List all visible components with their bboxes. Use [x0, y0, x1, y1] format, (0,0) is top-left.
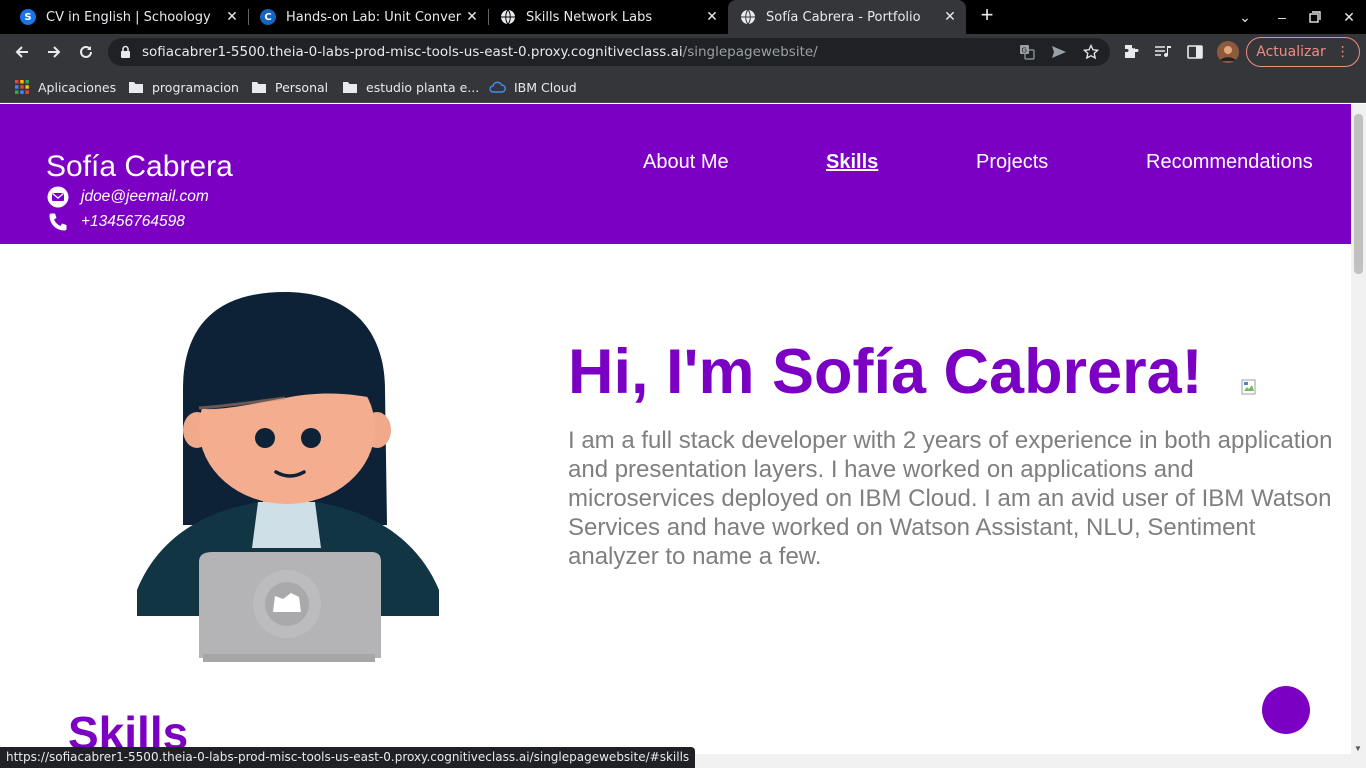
update-button[interactable]: Actualizar ⋮	[1246, 37, 1360, 67]
update-label: Actualizar	[1256, 44, 1326, 60]
folder-icon	[251, 80, 267, 94]
scroll-down-arrow-icon[interactable]: ▼	[1354, 744, 1362, 753]
browser-toolbar: sofiacabrer1-5500.theia-0-labs-prod-misc…	[0, 34, 1366, 70]
bookmark-label: estudio planta e...	[366, 79, 480, 95]
hero-description: I am a full stack developer with 2 years…	[568, 427, 1333, 570]
more-menu-icon: ⋮	[1335, 44, 1350, 60]
apps-grid-icon	[14, 79, 30, 95]
profile-avatar[interactable]	[1217, 41, 1239, 63]
side-panel-icon[interactable]	[1186, 43, 1204, 61]
developer-illustration	[137, 292, 439, 662]
nav-skills[interactable]: Skills	[826, 151, 878, 174]
reload-button[interactable]	[74, 40, 98, 64]
bookmark-personal[interactable]: Personal	[251, 78, 328, 96]
nav-projects[interactable]: Projects	[976, 151, 1048, 174]
page-viewport: Sofía Cabrera jdoe@jeemail.com +13456764…	[0, 104, 1351, 754]
email-icon	[47, 186, 69, 208]
vertical-scrollbar[interactable]: ▼	[1351, 104, 1366, 768]
close-tab-icon[interactable]: ✕	[702, 9, 722, 25]
tab-hands-on-lab[interactable]: C Hands-on Lab: Unit Conversion ✕	[248, 0, 488, 34]
bookmarks-bar: Aplicaciones programacion Personal estud…	[0, 70, 1366, 103]
tab-schoology[interactable]: S CV in English | Schoology ✕	[8, 0, 248, 34]
forward-button[interactable]	[42, 40, 66, 64]
email-text[interactable]: jdoe@jeemail.com	[81, 188, 209, 206]
url-host: sofiacabrer1-5500.theia-0-labs-prod-misc…	[142, 44, 683, 60]
schoology-icon: S	[20, 9, 36, 25]
globe-icon	[740, 9, 756, 25]
folder-icon	[128, 80, 144, 94]
phone-icon	[47, 211, 69, 233]
nav-recommendations[interactable]: Recommendations	[1146, 151, 1313, 174]
svg-text:G: G	[1022, 47, 1027, 55]
url-path: /singlepagewebsite/	[682, 44, 818, 60]
tab-title: Sofía Cabrera - Portfolio	[766, 9, 921, 25]
bookmark-star-icon[interactable]	[1082, 43, 1100, 61]
email-contact: jdoe@jeemail.com	[47, 186, 209, 208]
tab-portfolio[interactable]: Sofía Cabrera - Portfolio ✕	[728, 0, 966, 34]
globe-icon	[500, 9, 516, 25]
media-control-icon[interactable]	[1154, 43, 1172, 61]
maximize-button[interactable]	[1299, 0, 1331, 34]
broken-image-icon	[1241, 379, 1256, 395]
extensions-icon[interactable]	[1122, 43, 1140, 61]
close-tab-icon[interactable]: ✕	[462, 9, 482, 25]
tab-title: Hands-on Lab: Unit Conversion	[286, 9, 462, 25]
scrollbar-thumb[interactable]	[1354, 114, 1363, 274]
hero-title: Hi, I'm Sofía Cabrera!	[568, 337, 1203, 407]
minimize-button[interactable]: ‒	[1266, 0, 1298, 34]
bookmark-estudio-planta[interactable]: estudio planta e...	[342, 78, 479, 96]
send-icon[interactable]	[1050, 43, 1068, 61]
bookmark-ibm-cloud[interactable]: IBM Cloud	[489, 78, 577, 96]
status-bar-url: https://sofiacabrer1-5500.theia-0-labs-p…	[0, 747, 696, 768]
ibm-cloud-icon	[489, 81, 506, 93]
back-button[interactable]	[10, 40, 34, 64]
floating-action-button[interactable]	[1262, 686, 1310, 734]
phone-contact: +13456764598	[47, 211, 185, 233]
tab-strip: S CV in English | Schoology ✕ C Hands-on…	[0, 0, 1366, 34]
translate-icon[interactable]: G	[1018, 43, 1036, 61]
bookmark-aplicaciones[interactable]: Aplicaciones	[14, 78, 116, 96]
close-tab-icon[interactable]: ✕	[940, 9, 960, 25]
bookmark-label: Aplicaciones	[38, 79, 117, 95]
tab-title: Skills Network Labs	[526, 9, 653, 25]
tab-search-icon[interactable]: ⌄	[1229, 0, 1261, 34]
bookmark-label: IBM Cloud	[514, 79, 577, 95]
site-name: Sofía Cabrera	[46, 150, 233, 183]
bookmark-label: programacion	[152, 79, 239, 95]
folder-icon	[342, 80, 358, 94]
tab-title: CV in English | Schoology	[46, 9, 211, 25]
bookmark-programacion[interactable]: programacion	[128, 78, 239, 96]
nav-about-me[interactable]: About Me	[643, 151, 729, 174]
close-tab-icon[interactable]: ✕	[222, 9, 242, 25]
address-bar[interactable]: sofiacabrer1-5500.theia-0-labs-prod-misc…	[108, 38, 1110, 66]
cognitiveclass-icon: C	[260, 9, 276, 25]
tab-skills-network[interactable]: Skills Network Labs ✕	[488, 0, 728, 34]
new-tab-button[interactable]: +	[976, 4, 998, 27]
url-text[interactable]: sofiacabrer1-5500.theia-0-labs-prod-misc…	[142, 44, 818, 60]
site-header: Sofía Cabrera jdoe@jeemail.com +13456764…	[0, 104, 1351, 244]
lock-icon[interactable]	[120, 45, 131, 64]
bookmark-label: Personal	[275, 79, 329, 95]
phone-text[interactable]: +13456764598	[81, 213, 185, 231]
close-window-button[interactable]: ✕	[1333, 0, 1365, 34]
